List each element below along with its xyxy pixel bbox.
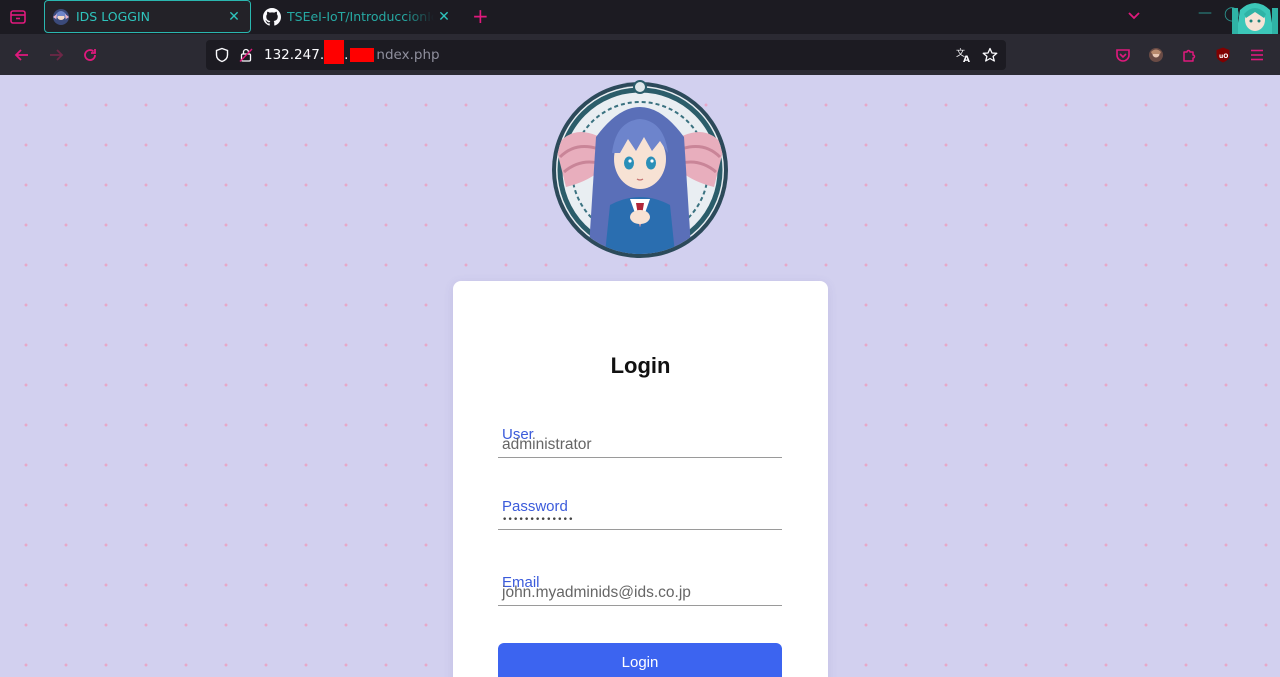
url-text: 132.247.. ndex.php bbox=[264, 40, 440, 64]
translate-icon[interactable]: 文 A bbox=[956, 47, 972, 63]
anime-angel-avatar bbox=[552, 80, 728, 258]
ublock-origin-icon[interactable]: uO bbox=[1214, 46, 1232, 64]
url-host-prefix: 132.247. bbox=[264, 47, 325, 63]
insecure-lock-icon[interactable] bbox=[238, 47, 254, 63]
svg-text:A: A bbox=[963, 55, 970, 63]
redaction-box bbox=[350, 48, 375, 62]
reload-icon[interactable] bbox=[80, 45, 100, 65]
password-label: Password bbox=[502, 498, 568, 515]
github-icon bbox=[263, 7, 281, 26]
miku-mascot-icon bbox=[1232, 3, 1278, 36]
user-field[interactable]: User administrator bbox=[498, 419, 782, 459]
svg-text:uO: uO bbox=[1219, 53, 1228, 60]
new-tab-icon[interactable]: + bbox=[472, 5, 489, 27]
tab-title: TSEeI-IoT/IntroduccionIoT bbox=[287, 9, 434, 24]
password-underline bbox=[498, 529, 782, 530]
login-title: Login bbox=[610, 353, 671, 378]
firefox-view-icon[interactable] bbox=[9, 8, 27, 26]
navigation-toolbar: 132.247.. ndex.php 文 A uO bbox=[0, 34, 1280, 75]
password-field[interactable]: Password ••••••••••••• bbox=[498, 493, 782, 533]
login-card: Login User administrator Password ••••••… bbox=[453, 281, 828, 677]
password-input[interactable]: ••••••••••••• bbox=[502, 516, 574, 525]
shield-icon[interactable] bbox=[214, 47, 230, 63]
account-avatar-icon[interactable] bbox=[1147, 46, 1165, 64]
page-content: Login User administrator Password ••••••… bbox=[0, 75, 1280, 677]
hamburger-menu-icon[interactable] bbox=[1248, 46, 1266, 64]
close-tab-icon[interactable]: ✕ bbox=[434, 9, 454, 25]
url-bar[interactable]: 132.247.. ndex.php 文 A bbox=[206, 40, 1006, 70]
tab-ids-loggin[interactable]: IDS LOGGIN ✕ bbox=[44, 0, 251, 33]
login-button[interactable]: Login bbox=[498, 643, 782, 677]
email-input[interactable]: john.myadminids@ids.co.jp bbox=[502, 584, 691, 602]
bookmark-star-icon[interactable] bbox=[982, 47, 998, 63]
tab-github[interactable]: TSEeI-IoT/IntroduccionIoT ✕ bbox=[256, 0, 460, 33]
email-field[interactable]: Email john.myadminids@ids.co.jp bbox=[498, 567, 782, 607]
extensions-puzzle-icon[interactable] bbox=[1181, 46, 1199, 64]
tab-title: IDS LOGGIN bbox=[76, 9, 150, 24]
pocket-icon[interactable] bbox=[1114, 46, 1132, 64]
user-input[interactable]: administrator bbox=[502, 436, 592, 454]
minimize-icon[interactable]: — bbox=[1198, 5, 1212, 21]
redaction-box bbox=[324, 40, 345, 64]
back-arrow-icon[interactable] bbox=[12, 45, 32, 65]
tab-strip: IDS LOGGIN ✕ TSEeI-IoT/IntroduccionIoT ✕… bbox=[0, 0, 1280, 36]
forward-arrow-icon[interactable] bbox=[46, 45, 66, 65]
chevron-down-icon[interactable] bbox=[1126, 8, 1142, 24]
close-tab-icon[interactable]: ✕ bbox=[224, 9, 244, 25]
anime-girl-favicon-icon bbox=[53, 8, 69, 25]
url-path: ndex.php bbox=[376, 47, 440, 63]
url-dot: . bbox=[344, 47, 349, 63]
email-underline bbox=[498, 605, 782, 606]
user-underline bbox=[498, 457, 782, 458]
